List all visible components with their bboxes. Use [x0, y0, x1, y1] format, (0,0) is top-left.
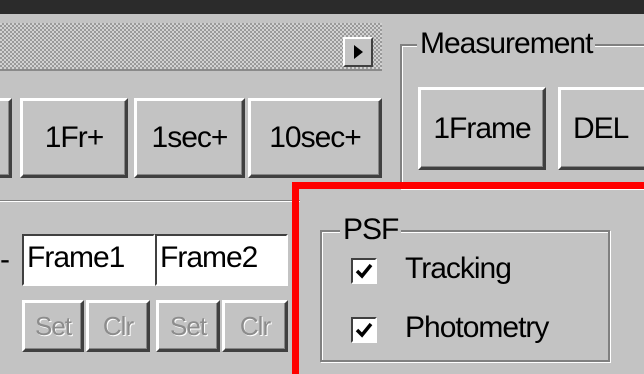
frame2-set-label: Set — [169, 310, 207, 341]
seek-1sec-label: 1sec+ — [151, 121, 229, 154]
measure-delete-button[interactable]: DEL — [558, 87, 644, 170]
frame1-set-button[interactable]: Set — [22, 300, 84, 352]
frame2-clear-button[interactable]: Clr — [222, 300, 288, 352]
seek-10sec-button[interactable]: 10sec+ — [248, 98, 382, 178]
measure-1frame-label: 1Frame — [433, 111, 531, 145]
seek-1sec-button[interactable]: 1sec+ — [134, 98, 245, 178]
frame2-field[interactable]: Frame2 — [155, 234, 288, 286]
seek-1frame-button[interactable]: 1Fr+ — [20, 98, 128, 178]
checkmark-icon — [355, 263, 373, 279]
tracking-checkbox[interactable] — [351, 258, 377, 284]
frame2-set-button[interactable]: Set — [156, 300, 220, 352]
seek-10sec-label: 10sec+ — [269, 121, 362, 154]
scroll-right-button[interactable] — [343, 37, 373, 67]
frame2-clear-label: Clr — [239, 310, 271, 341]
measure-1frame-button[interactable]: 1Frame — [418, 87, 546, 170]
frames-prefix: - — [0, 243, 10, 276]
tracking-label: Tracking — [405, 252, 512, 285]
panel-separator — [0, 200, 300, 202]
photometry-label: Photometry — [405, 311, 549, 344]
psf-group-title: PSF — [340, 213, 402, 247]
frame1-clear-button[interactable]: Clr — [86, 300, 150, 352]
frame1-field[interactable]: Frame1 — [22, 234, 155, 286]
top-border — [0, 0, 644, 14]
frame1-clear-label: Clr — [102, 310, 134, 341]
photometry-checkbox[interactable] — [351, 317, 377, 343]
measurement-group-title: Measurement — [417, 27, 596, 61]
partial-left-button[interactable] — [0, 98, 12, 178]
checkmark-icon — [355, 322, 373, 338]
frame1-set-label: Set — [34, 310, 72, 341]
measure-delete-label: DEL — [573, 111, 629, 145]
seek-1frame-label: 1Fr+ — [44, 121, 105, 154]
triangle-right-icon — [353, 45, 363, 59]
horizontal-scrollbar[interactable] — [0, 23, 382, 71]
